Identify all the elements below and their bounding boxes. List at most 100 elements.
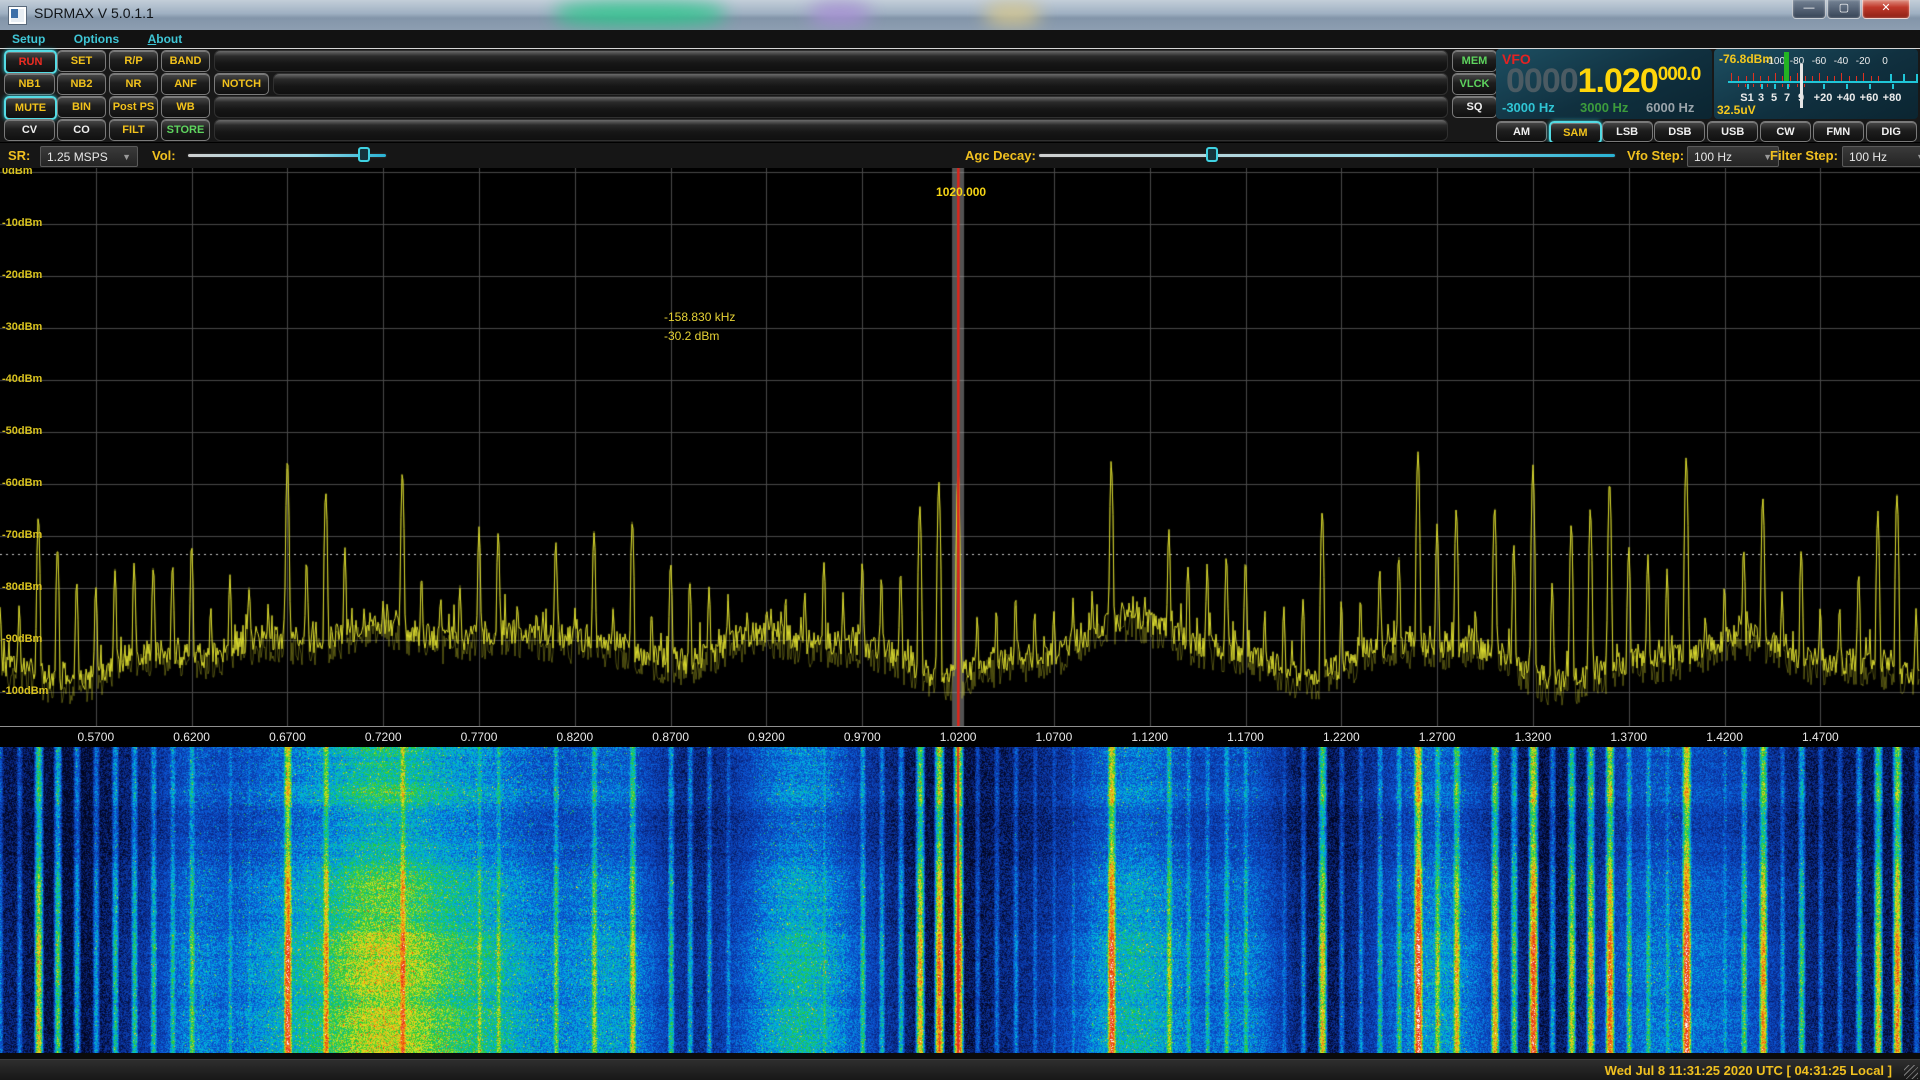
meter-s-tick xyxy=(1869,84,1871,89)
meter-s-tick xyxy=(1846,84,1848,89)
mem-button[interactable]: MEM xyxy=(1452,50,1497,72)
spectrum-db-label: -80dBm xyxy=(2,581,42,593)
waterfall-canvas[interactable] xyxy=(0,747,1920,1053)
window-title: SDRMAX V 5.0.1.1 xyxy=(34,5,154,21)
filter-step-select[interactable]: 100 Hz▼ xyxy=(1842,146,1920,167)
menu-setup[interactable]: Setup xyxy=(0,31,57,46)
band-button[interactable]: BAND xyxy=(161,50,210,72)
spectrum-canvas[interactable] xyxy=(0,168,1920,726)
resize-grip-icon[interactable] xyxy=(1904,1065,1918,1079)
filt-button[interactable]: FILT xyxy=(109,119,158,141)
clock-readout: Wed Jul 8 11:31:25 2020 UTC [ 04:31:25 L… xyxy=(1605,1063,1892,1078)
waterfall-display[interactable] xyxy=(0,747,1920,1053)
minimize-button[interactable]: — xyxy=(1792,0,1826,19)
vfo-display[interactable]: VFO 00001.020000.0 -3000 Hz 3000 Hz 6000… xyxy=(1496,49,1712,119)
nb1-button[interactable]: NB1 xyxy=(4,73,55,95)
cv-button[interactable]: CV xyxy=(4,119,55,141)
meter-baseline xyxy=(1728,81,1918,83)
meter-peak-bar xyxy=(1800,64,1803,108)
spectrum-display[interactable]: 0dBm-10dBm-20dBm-30dBm-40dBm-50dBm-60dBm… xyxy=(0,168,1920,726)
wb-button[interactable]: WB xyxy=(161,96,210,118)
frequency-tick-label: 0.7700 xyxy=(461,730,498,744)
spectrum-db-label: -70dBm xyxy=(2,529,42,541)
mute-button[interactable]: MUTE xyxy=(4,96,57,120)
meter-s-tick xyxy=(1761,84,1763,89)
meter-red-tick xyxy=(1775,73,1776,81)
menu-bar: Setup Options About xyxy=(0,30,1920,48)
nr-button[interactable]: NR xyxy=(109,73,158,95)
signal-meter: -76.8dBm 32.5uV -100-80-60-40-200S13579+… xyxy=(1714,49,1918,119)
nb2-button[interactable]: NB2 xyxy=(57,73,106,95)
run-button[interactable]: RUN xyxy=(4,50,57,74)
close-button[interactable]: ✕ xyxy=(1862,0,1910,19)
agc-decay-slider-handle[interactable] xyxy=(1206,147,1218,162)
volume-slider-handle[interactable] xyxy=(358,147,370,162)
set-button[interactable]: SET xyxy=(57,50,106,72)
filter-step-value: 100 Hz xyxy=(1849,150,1887,164)
vfo-step-select[interactable]: 100 Hz▼ xyxy=(1687,146,1779,167)
co-button[interactable]: CO xyxy=(57,119,106,141)
meter-s-scale-label: +40 xyxy=(1837,92,1856,104)
filter-high-readout: 6000 Hz xyxy=(1646,100,1694,115)
meter-s-tick xyxy=(1747,84,1749,89)
rp-button[interactable]: R/P xyxy=(109,50,158,72)
sq-button[interactable]: SQ xyxy=(1452,96,1497,118)
frequency-tick-label: 0.6700 xyxy=(269,730,306,744)
meter-cyan-tick xyxy=(1903,74,1905,81)
spectrum-db-label: -10dBm xyxy=(2,217,42,229)
maximize-button[interactable]: ▢ xyxy=(1827,0,1861,19)
sr-label: SR: xyxy=(8,148,30,163)
anf-button[interactable]: ANF xyxy=(161,73,210,95)
meter-s-scale-label: +60 xyxy=(1860,92,1879,104)
frequency-tick-label: 1.4200 xyxy=(1706,730,1743,744)
glass-blur-decoration xyxy=(985,2,1040,26)
frequency-tick-label: 0.9700 xyxy=(844,730,881,744)
mode-button-usb[interactable]: USB xyxy=(1707,121,1758,142)
mode-button-fmn[interactable]: FMN xyxy=(1813,121,1864,142)
store-button[interactable]: STORE xyxy=(161,119,210,141)
chevron-down-icon: ▼ xyxy=(122,152,131,162)
frequency-tick-label: 1.1200 xyxy=(1131,730,1168,744)
meter-cyan-tick xyxy=(1890,74,1892,81)
meter-red-subtick xyxy=(1767,84,1768,87)
postps-button[interactable]: Post PS xyxy=(109,96,158,118)
bin-button[interactable]: BIN xyxy=(57,96,106,118)
meter-red-subtick xyxy=(1753,84,1754,87)
panel-spacer xyxy=(273,73,1448,95)
cursor-level: -30.2 dBm xyxy=(664,327,735,346)
mode-button-am[interactable]: AM xyxy=(1496,121,1547,142)
spectrum-db-label: -100dBm xyxy=(2,685,48,697)
frequency-leading-zeros: 0000 xyxy=(1506,62,1578,101)
cursor-frequency: -158.830 kHz xyxy=(664,308,735,327)
mode-button-dig[interactable]: DIG xyxy=(1866,121,1917,142)
mode-button-cw[interactable]: CW xyxy=(1760,121,1811,142)
meter-red-subtick xyxy=(1738,84,1739,87)
frequency-tick-label: 0.8700 xyxy=(652,730,689,744)
glass-blur-decoration xyxy=(555,2,725,26)
volume-slider[interactable] xyxy=(188,154,386,157)
meter-red-tick xyxy=(1731,73,1732,81)
meter-red-tick xyxy=(1841,73,1842,81)
meter-red-subtick xyxy=(1797,84,1798,87)
mode-button-dsb[interactable]: DSB xyxy=(1654,121,1705,142)
frequency-sub-digits: 000.0 xyxy=(1658,64,1701,86)
frequency-tick-label: 1.1700 xyxy=(1227,730,1264,744)
agc-decay-label: Agc Decay: xyxy=(965,148,1036,163)
agc-decay-slider[interactable] xyxy=(1039,154,1615,157)
vlck-button[interactable]: VLCK xyxy=(1452,73,1497,95)
menu-about[interactable]: About xyxy=(136,31,195,46)
meter-s-scale-label: 3 xyxy=(1758,92,1764,104)
filter-step-label: Filter Step: xyxy=(1770,148,1838,163)
meter-red-subtick xyxy=(1789,84,1790,87)
meter-signal-bar xyxy=(1784,52,1789,81)
menu-options[interactable]: Options xyxy=(62,31,131,46)
frequency-readout[interactable]: 00001.020000.0 xyxy=(1506,62,1700,101)
notch-button[interactable]: NOTCH xyxy=(214,73,269,95)
title-bar[interactable]: SDRMAX V 5.0.1.1 — ▢ ✕ xyxy=(0,0,1920,31)
mode-button-sam[interactable]: SAM xyxy=(1549,121,1602,144)
glass-blur-decoration xyxy=(810,2,870,26)
mode-button-lsb[interactable]: LSB xyxy=(1602,121,1653,142)
vfo-step-label: Vfo Step: xyxy=(1627,148,1684,163)
sample-rate-select[interactable]: 1.25 MSPS▼ xyxy=(40,146,138,167)
frequency-tick-label: 0.9200 xyxy=(748,730,785,744)
